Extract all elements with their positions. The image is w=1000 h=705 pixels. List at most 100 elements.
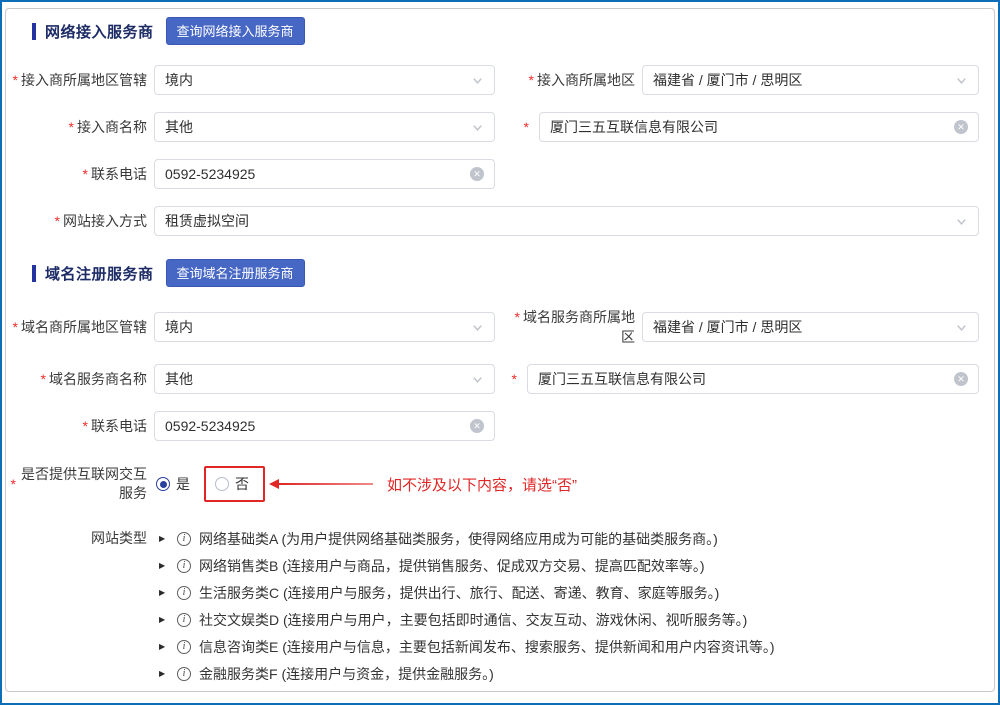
required-asterisk: * <box>11 476 16 492</box>
domain-company-asterisk: * <box>502 371 520 387</box>
caret-right-icon[interactable]: ▶ <box>159 615 173 624</box>
domain-phone-label: *联系电话 <box>6 416 147 436</box>
required-asterisk: * <box>83 418 88 434</box>
caret-right-icon[interactable]: ▶ <box>159 588 173 597</box>
query-access-provider-button[interactable]: 查询网络接入服务商 <box>166 17 305 45</box>
site-type-item-f[interactable]: ▶ i 金融服务类F (连接用户与资金，提供金融服务。) <box>159 660 832 687</box>
domain-company-value: 厦门三五互联信息有限公司 <box>538 369 954 389</box>
row-domain-name: *域名服务商名称 其他 * 厦门三五互联信息有限公司 ✕ <box>6 364 994 394</box>
site-type-item-c[interactable]: ▶ i 生活服务类C (连接用户与服务，提供出行、旅行、配送、寄递、教育、家庭等… <box>159 579 832 606</box>
info-icon: i <box>177 613 191 627</box>
domain-phone-input[interactable]: 0592-5234925 ✕ <box>154 411 495 441</box>
annotation-highlight-box: 否 <box>204 466 265 502</box>
access-company-input[interactable]: 厦门三五互联信息有限公司 ✕ <box>539 112 979 142</box>
clear-input-icon[interactable]: ✕ <box>470 419 484 433</box>
domain-name-select[interactable]: 其他 <box>154 364 495 394</box>
page-frame: 网络接入服务商 查询网络接入服务商 *接入商所属地区管辖 境内 *接入商所属地区… <box>0 0 1000 705</box>
access-phone-value: 0592-5234925 <box>165 166 470 182</box>
site-type-item-a[interactable]: ▶ i 网络基础类A (为用户提供网络基础类服务，使得网络应用成为可能的基础类服… <box>159 525 832 552</box>
query-domain-registrar-button[interactable]: 查询域名注册服务商 <box>166 259 305 287</box>
caret-right-icon[interactable]: ▶ <box>159 534 173 543</box>
radio-unselected-icon <box>215 477 229 491</box>
chevron-down-icon <box>471 74 484 87</box>
access-method-value: 租赁虚拟空间 <box>165 211 955 231</box>
section-header-domain: 域名注册服务商 查询域名注册服务商 <box>32 259 994 287</box>
section-title-access: 网络接入服务商 <box>45 21 154 42</box>
required-asterisk: * <box>13 72 18 88</box>
row-domain-phone: *联系电话 0592-5234925 ✕ <box>6 411 994 441</box>
required-asterisk: * <box>69 119 74 135</box>
chevron-down-icon <box>471 321 484 334</box>
site-type-item-d[interactable]: ▶ i 社交文娱类D (连接用户与用户，主要包括即时通信、交友互动、游戏休闲、视… <box>159 606 832 633</box>
access-name-select[interactable]: 其他 <box>154 112 495 142</box>
chevron-down-icon <box>955 74 968 87</box>
annotation-arrow <box>269 479 373 489</box>
required-asterisk: * <box>13 319 18 335</box>
info-icon: i <box>177 559 191 573</box>
access-company-asterisk: * <box>502 119 532 135</box>
access-phone-label: *联系电话 <box>6 164 147 184</box>
domain-company-input[interactable]: 厦门三五互联信息有限公司 ✕ <box>527 364 979 394</box>
caret-right-icon[interactable]: ▶ <box>159 669 173 678</box>
clear-input-icon[interactable]: ✕ <box>954 120 968 134</box>
row-interactive-service: * 是否提供互联网交互服务 是 否 如不涉及以下内容，请选“否” <box>6 465 994 503</box>
caret-right-icon[interactable]: ▶ <box>159 642 173 651</box>
access-region-label: *接入商所属地区 <box>502 70 635 90</box>
domain-name-value: 其他 <box>165 369 471 389</box>
access-name-value: 其他 <box>165 117 471 137</box>
site-type-item-g[interactable]: ▶ i 计算机应用类G (连接用户与计算资源，包括系统支持、云计算、手机软件、应… <box>159 687 832 692</box>
domain-region-select[interactable]: 福建省 / 厦门市 / 思明区 <box>642 312 979 342</box>
required-asterisk: * <box>524 119 529 135</box>
access-method-label: *网站接入方式 <box>6 211 147 231</box>
section-accent-bar <box>32 23 36 40</box>
chevron-down-icon <box>471 121 484 134</box>
access-name-label: *接入商名称 <box>6 117 147 137</box>
required-asterisk: * <box>529 72 534 88</box>
access-region-select[interactable]: 福建省 / 厦门市 / 思明区 <box>642 65 979 95</box>
row-access-phone: *联系电话 0592-5234925 ✕ <box>6 159 994 189</box>
domain-region-admin-select[interactable]: 境内 <box>154 312 495 342</box>
info-icon: i <box>177 667 191 681</box>
info-icon: i <box>177 640 191 654</box>
radio-option-no[interactable]: 否 <box>215 474 249 494</box>
site-type-item-e[interactable]: ▶ i 信息咨询类E (连接用户与信息，主要包括新闻发布、搜索服务、提供新闻和用… <box>159 633 832 660</box>
site-type-label: 网站类型 <box>6 525 147 692</box>
access-region-admin-label: *接入商所属地区管辖 <box>6 70 147 90</box>
site-type-block: 网站类型 ▶ i 网络基础类A (为用户提供网络基础类服务，使得网络应用成为可能… <box>6 525 994 692</box>
access-company-value: 厦门三五互联信息有限公司 <box>550 117 954 137</box>
chevron-down-icon <box>955 215 968 228</box>
chevron-down-icon <box>955 321 968 334</box>
access-region-admin-select[interactable]: 境内 <box>154 65 495 95</box>
info-icon: i <box>177 532 191 546</box>
required-asterisk: * <box>41 371 46 387</box>
radio-option-yes[interactable]: 是 <box>156 474 190 494</box>
domain-region-label: *域名服务商所属地区 <box>502 307 635 347</box>
domain-region-value: 福建省 / 厦门市 / 思明区 <box>653 317 955 337</box>
site-type-list: ▶ i 网络基础类A (为用户提供网络基础类服务，使得网络应用成为可能的基础类服… <box>159 525 832 692</box>
access-region-value: 福建省 / 厦门市 / 思明区 <box>653 70 955 90</box>
domain-name-label: *域名服务商名称 <box>6 369 147 389</box>
clear-input-icon[interactable]: ✕ <box>954 372 968 386</box>
radio-selected-icon <box>156 477 170 491</box>
domain-phone-value: 0592-5234925 <box>165 418 470 434</box>
access-phone-input[interactable]: 0592-5234925 ✕ <box>154 159 495 189</box>
section-header-access: 网络接入服务商 查询网络接入服务商 <box>32 17 994 45</box>
arrow-line <box>279 483 373 485</box>
form-panel: 网络接入服务商 查询网络接入服务商 *接入商所属地区管辖 境内 *接入商所属地区… <box>5 8 995 692</box>
chevron-down-icon <box>471 373 484 386</box>
required-asterisk: * <box>83 166 88 182</box>
domain-region-admin-label: *域名商所属地区管辖 <box>6 317 147 337</box>
access-method-select[interactable]: 租赁虚拟空间 <box>154 206 979 236</box>
annotation-text: 如不涉及以下内容，请选“否” <box>387 474 577 495</box>
site-type-item-b[interactable]: ▶ i 网络销售类B (连接用户与商品，提供销售服务、促成双方交易、提高匹配效率… <box>159 552 832 579</box>
domain-region-admin-value: 境内 <box>165 317 471 337</box>
required-asterisk: * <box>515 309 520 325</box>
clear-input-icon[interactable]: ✕ <box>470 167 484 181</box>
row-access-name: *接入商名称 其他 * 厦门三五互联信息有限公司 ✕ <box>6 112 994 142</box>
caret-right-icon[interactable]: ▶ <box>159 561 173 570</box>
arrow-head-icon <box>269 479 279 489</box>
interactive-service-label: * 是否提供互联网交互服务 <box>6 465 147 503</box>
required-asterisk: * <box>55 213 60 229</box>
row-access-region: *接入商所属地区管辖 境内 *接入商所属地区 福建省 / 厦门市 / 思明区 <box>6 65 994 95</box>
info-icon: i <box>177 586 191 600</box>
